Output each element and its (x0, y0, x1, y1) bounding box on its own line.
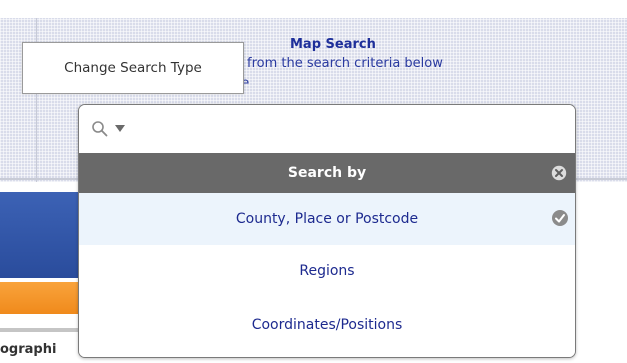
change-search-type-tooltip: Change Search Type (22, 42, 244, 94)
panel-instruction: from the search criteria below (247, 56, 443, 71)
search-icon[interactable] (91, 120, 109, 138)
top-strip (0, 0, 627, 18)
search-type-dropdown: Search by County, Place or Postcode Regi… (78, 104, 576, 358)
option-county-place-postcode[interactable]: County, Place or Postcode (79, 193, 575, 245)
map-grey-line (0, 328, 80, 332)
option-regions[interactable]: Regions (79, 245, 575, 297)
search-by-header: Search by (79, 153, 575, 193)
close-circle-icon[interactable] (551, 165, 567, 181)
panel-title: Map Search (290, 37, 376, 52)
option-coordinates-positions[interactable]: Coordinates/Positions (79, 299, 575, 351)
search-by-title: Search by (287, 165, 367, 181)
search-bar[interactable] (79, 105, 575, 153)
caret-down-icon[interactable] (115, 125, 125, 133)
option-label: County, Place or Postcode (235, 211, 419, 227)
background-label: ographi (0, 342, 57, 357)
map-tile-gap (0, 182, 80, 192)
option-label: Regions (299, 263, 355, 279)
map-tile-blue (0, 192, 80, 278)
option-label: Coordinates/Positions (251, 317, 403, 333)
search-type-options: County, Place or Postcode Regions Coordi… (79, 193, 575, 357)
check-circle-icon (552, 210, 568, 226)
tooltip-text: Change Search Type (64, 60, 202, 76)
search-input[interactable] (135, 115, 559, 145)
map-search-stage: Map Search from the search criteria belo… (0, 0, 627, 363)
